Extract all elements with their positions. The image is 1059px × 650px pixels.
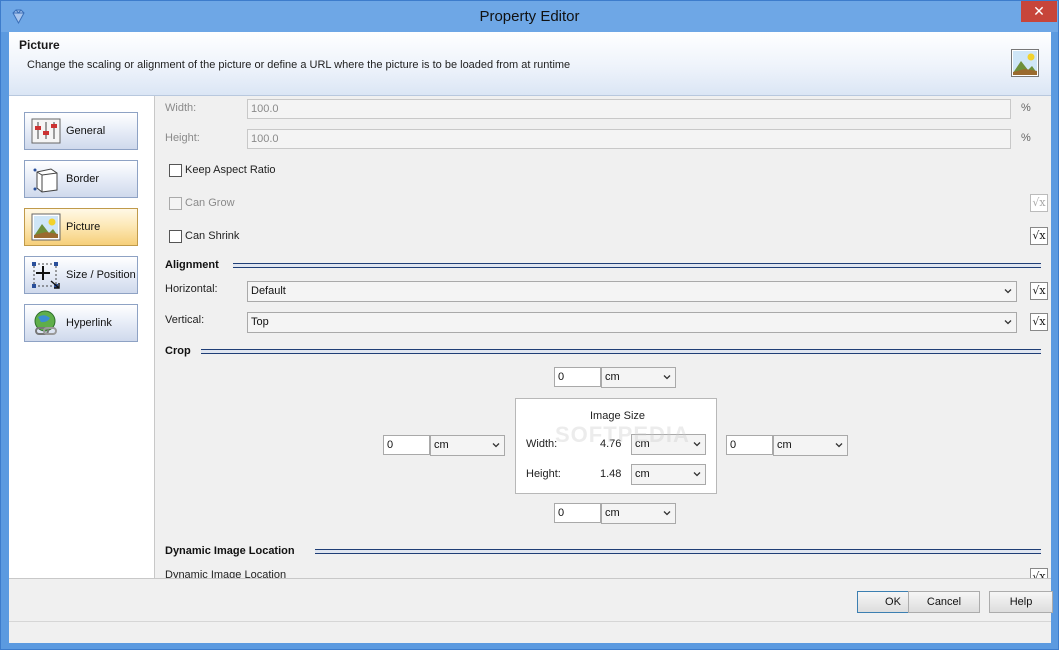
property-editor-window: Property Editor ✕ Picture Change the sca…: [0, 0, 1059, 650]
can-grow-checkbox[interactable]: [169, 197, 182, 210]
nav-item-hyperlink[interactable]: Hyperlink: [24, 304, 138, 342]
alignment-divider: [233, 263, 1041, 268]
chevron-down-icon: [663, 511, 671, 516]
horizontal-alignment-select[interactable]: Default: [247, 281, 1017, 302]
crop-left-unit-value: cm: [434, 439, 449, 451]
vertical-label: Vertical:: [165, 314, 205, 326]
height-label: Height:: [165, 132, 200, 144]
image-height-unit-value: cm: [635, 468, 650, 480]
chevron-down-icon: [693, 472, 701, 477]
sliders-icon: [31, 118, 61, 144]
keep-aspect-ratio-checkbox[interactable]: [169, 164, 182, 177]
width-label: Width:: [165, 102, 197, 114]
vertical-expression-button[interactable]: √x: [1030, 313, 1048, 331]
chevron-down-icon: [1004, 320, 1012, 325]
chevron-down-icon: [1004, 289, 1012, 294]
nav-item-label: Border: [66, 173, 100, 185]
nav-item-size-position[interactable]: Size / Position: [24, 256, 138, 294]
image-width-label: Width:: [526, 438, 558, 450]
status-bar: [9, 621, 1051, 643]
can-shrink-label: Can Shrink: [185, 230, 240, 242]
picture-properties-panel: Width: 100.0 % Height: 100.0 % Keep Aspe…: [155, 96, 1051, 578]
nav-item-general[interactable]: General: [24, 112, 138, 150]
nav-item-label: General: [66, 125, 106, 137]
chevron-down-icon: [835, 443, 843, 448]
dialog-client: Picture Change the scaling or alignment …: [9, 32, 1053, 643]
crop-bottom-unit-value: cm: [605, 507, 620, 519]
crop-right-input[interactable]: 0: [726, 435, 773, 455]
nav-item-border[interactable]: Border: [24, 160, 138, 198]
crop-top-unit-value: cm: [605, 371, 620, 383]
crop-left-unit-select[interactable]: cm: [430, 435, 505, 456]
title-bar[interactable]: Property Editor ✕: [1, 1, 1058, 32]
crop-right-unit-value: cm: [777, 439, 792, 451]
can-shrink-expression-button[interactable]: √x: [1030, 227, 1048, 245]
page-title: Picture: [19, 38, 60, 52]
horizontal-alignment-value: Default: [251, 285, 286, 297]
dialog-footer: OK Cancel Help: [9, 578, 1053, 621]
crop-divider: [201, 349, 1041, 354]
can-shrink-checkbox[interactable]: [169, 230, 182, 243]
image-size-title: Image Size: [590, 410, 646, 422]
width-unit: %: [1021, 102, 1031, 114]
chevron-down-icon: [492, 443, 500, 448]
image-height-value: 1.48: [600, 468, 622, 480]
crop-left-input[interactable]: 0: [383, 435, 430, 455]
horizontal-expression-button[interactable]: √x: [1030, 282, 1048, 300]
crop-right-unit-select[interactable]: cm: [773, 435, 848, 456]
keep-aspect-ratio-label: Keep Aspect Ratio: [185, 164, 276, 176]
picture-icon: [31, 213, 61, 241]
image-height-label: Height:: [526, 468, 561, 480]
image-height-unit-select[interactable]: cm: [631, 464, 706, 485]
help-button[interactable]: Help: [989, 591, 1053, 613]
height-unit: %: [1021, 132, 1031, 144]
border-box-icon: [33, 168, 58, 193]
page-description: Change the scaling or alignment of the p…: [27, 59, 571, 71]
globe-link-icon: [34, 310, 57, 335]
window-title: Property Editor: [479, 8, 580, 25]
category-nav: General Border Picture Size / Position H…: [9, 96, 155, 578]
can-grow-expression-button[interactable]: √x: [1030, 194, 1048, 212]
cancel-button[interactable]: Cancel: [908, 591, 980, 613]
close-button[interactable]: ✕: [1021, 1, 1057, 22]
alignment-section-title: Alignment: [165, 259, 219, 271]
height-scale-field[interactable]: 100.0: [247, 129, 1011, 149]
chevron-down-icon: [663, 375, 671, 380]
picture-icon: [1011, 49, 1039, 77]
nav-item-label: Picture: [66, 221, 101, 233]
width-scale-field[interactable]: 100.0: [247, 99, 1011, 119]
crop-section-title: Crop: [165, 345, 191, 357]
vertical-alignment-select[interactable]: Top: [247, 312, 1017, 333]
close-icon: ✕: [1033, 3, 1045, 19]
nav-item-label: Hyperlink: [66, 317, 112, 329]
horizontal-label: Horizontal:: [165, 283, 218, 295]
crop-top-input[interactable]: 0: [554, 367, 601, 387]
chevron-down-icon: [693, 442, 701, 447]
nav-item-picture[interactable]: Picture: [24, 208, 138, 246]
crop-top-unit-select[interactable]: cm: [601, 367, 676, 388]
dynamic-location-expression-button[interactable]: √x: [1030, 568, 1048, 578]
page-header: Picture Change the scaling or alignment …: [9, 32, 1051, 96]
softpedia-watermark: SOFTPEDIA: [555, 422, 690, 447]
nav-item-label: Size / Position: [66, 269, 136, 281]
dynamic-location-section-title: Dynamic Image Location: [165, 545, 295, 557]
vertical-alignment-value: Top: [251, 316, 269, 328]
crop-bottom-unit-select[interactable]: cm: [601, 503, 676, 524]
can-grow-label: Can Grow: [185, 197, 235, 209]
crop-bottom-input[interactable]: 0: [554, 503, 601, 523]
dynamic-location-divider: [315, 549, 1041, 554]
move-resize-icon: [32, 262, 60, 289]
dynamic-location-label: Dynamic Image Location: [165, 569, 287, 578]
